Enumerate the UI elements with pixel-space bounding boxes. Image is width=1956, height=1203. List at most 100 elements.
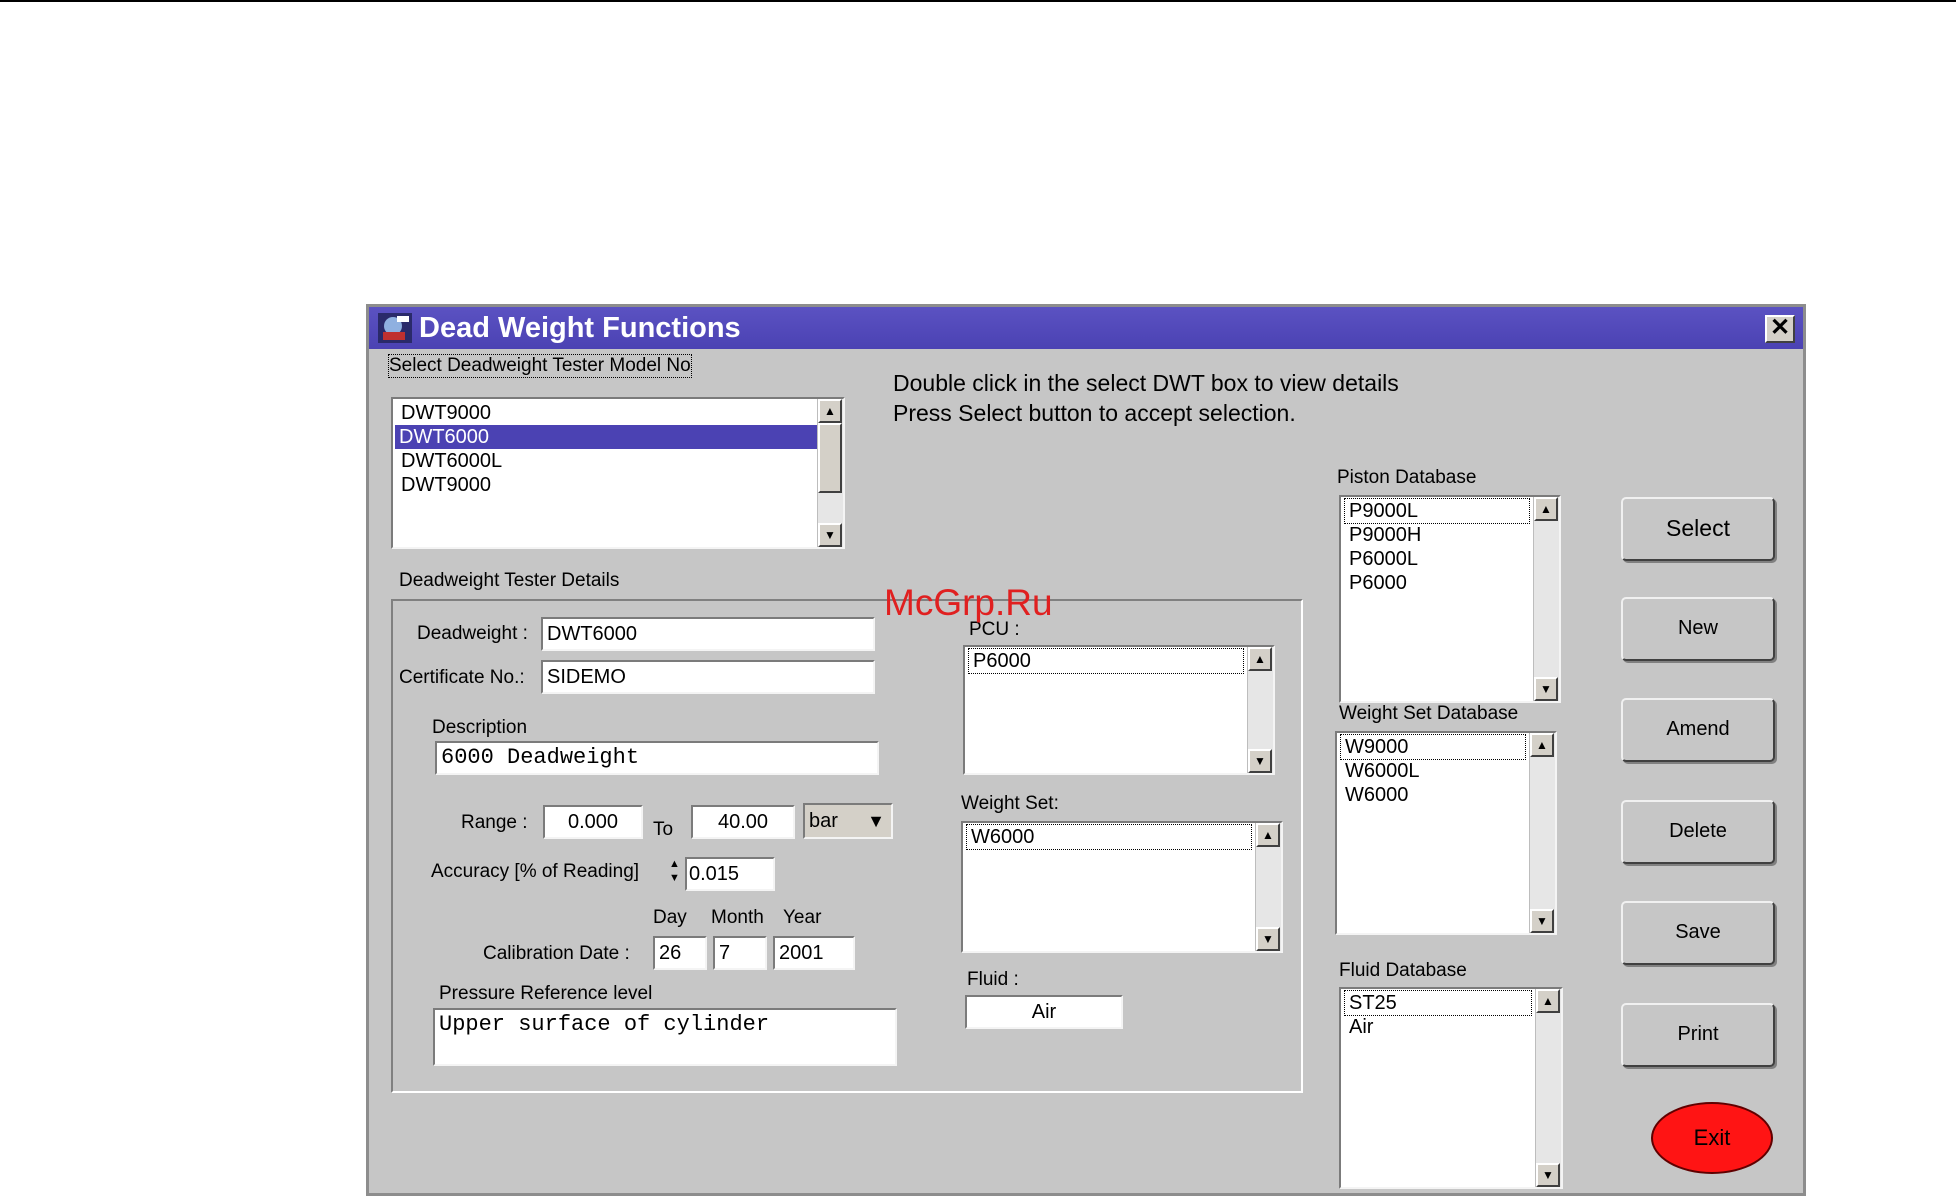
piston-db-item[interactable]: P9000L [1344,498,1530,524]
fluid-db-item[interactable]: Air [1345,1015,1377,1039]
cal-day-value: 26 [659,942,682,964]
model-listbox[interactable]: DWT9000 DWT6000 DWT6000L DWT9000 ▲ ▼ [391,397,845,549]
model-list-item[interactable]: DWT9000 [397,473,495,497]
certificate-field[interactable]: SIDEMO [541,660,875,694]
weight-set-db-item[interactable]: W6000L [1341,759,1424,783]
fluid-label: Fluid : [967,969,1019,990]
piston-db-item[interactable]: P9000H [1345,523,1425,547]
exit-button[interactable]: Exit [1651,1102,1773,1174]
cal-year-value: 2001 [779,942,824,964]
scroll-down-icon[interactable]: ▼ [1248,749,1272,773]
piston-db-scrollbar[interactable]: ▲ ▼ [1533,497,1559,701]
weight-set-db-listbox[interactable]: W9000 W6000L W6000 ▲ ▼ [1335,731,1557,935]
scroll-up-icon[interactable]: ▲ [1536,989,1560,1013]
dead-weight-functions-window: Dead Weight Functions ✕ Select Deadweigh… [366,304,1806,1196]
description-field[interactable]: 6000 Deadweight [435,741,879,775]
select-button[interactable]: Select [1621,497,1775,561]
fluid-field[interactable]: Air [965,995,1123,1029]
weight-set-list-item[interactable]: W6000 [966,824,1252,850]
app-icon [378,313,412,343]
cal-month-field[interactable]: 7 [713,936,767,970]
print-button[interactable]: Print [1621,1003,1775,1067]
scroll-up-icon[interactable]: ▲ [818,399,842,423]
accuracy-value: 0.015 [689,863,740,885]
weight-set-db-item[interactable]: W9000 [1340,734,1526,760]
scroll-up-icon[interactable]: ▲ [1248,647,1272,671]
scroll-down-icon[interactable]: ▼ [1534,677,1558,701]
pressure-ref-field[interactable]: Upper surface of cylinder [433,1008,897,1066]
range-from-field[interactable]: 0.000 [543,805,643,839]
range-label: Range : [461,812,528,833]
watermark: McGrp.Ru [884,582,1053,623]
scroll-down-icon[interactable]: ▼ [1256,927,1280,951]
fluid-db-label: Fluid Database [1339,960,1467,981]
scroll-up-icon[interactable]: ▲ [1534,497,1558,521]
window-title: Dead Weight Functions [419,312,741,344]
cal-day-field[interactable]: 26 [653,936,707,970]
weight-set-db-scrollbar[interactable]: ▲ ▼ [1529,733,1555,933]
cal-month-value: 7 [719,942,731,964]
close-icon: ✕ [1769,314,1791,341]
pcu-list-item[interactable]: P6000 [968,648,1244,674]
model-list-item-selected[interactable]: DWT6000 [395,425,821,449]
piston-db-item[interactable]: P6000L [1345,547,1422,571]
weight-set-listbox[interactable]: W6000 ▲ ▼ [961,821,1283,953]
scroll-down-icon[interactable]: ▼ [1530,909,1554,933]
deadweight-value: DWT6000 [547,623,638,645]
range-to-field[interactable]: 40.00 [691,805,795,839]
details-group-label: Deadweight Tester Details [399,570,620,591]
pcu-listbox[interactable]: P6000 ▲ ▼ [963,645,1275,775]
fluid-db-item[interactable]: ST25 [1344,990,1532,1016]
instruction-line-1: Double click in the select DWT box to vi… [893,370,1399,396]
description-value: 6000 Deadweight [441,745,640,770]
calibration-date-label: Calibration Date : [483,943,630,964]
instruction-line-2: Press Select button to accept selection. [893,400,1296,426]
chevron-down-icon: ▼ [867,811,885,831]
scroll-down-icon[interactable]: ▼ [1536,1163,1560,1187]
page-top-rule [0,0,1956,2]
pressure-ref-value: Upper surface of cylinder [439,1012,770,1037]
piston-db-item[interactable]: P6000 [1345,571,1411,595]
spin-down-icon[interactable]: ▼ [669,871,685,885]
accuracy-spinner[interactable]: ▲ ▼ [669,857,685,891]
model-select-label: Select Deadweight Tester Model No [388,354,692,378]
model-list-item[interactable]: DWT6000L [397,449,506,473]
fluid-db-scrollbar[interactable]: ▲ ▼ [1535,989,1561,1187]
deadweight-label: Deadweight : [417,623,528,644]
unit-select[interactable]: bar ▼ [803,803,893,839]
deadweight-field[interactable]: DWT6000 [541,617,875,651]
pcu-scrollbar[interactable]: ▲ ▼ [1247,647,1273,773]
range-to-label: To [653,819,674,840]
scroll-down-icon[interactable]: ▼ [818,523,842,547]
piston-db-listbox[interactable]: P9000L P9000H P6000L P6000 ▲ ▼ [1339,495,1561,703]
month-label: Month [711,907,764,928]
cal-year-field[interactable]: 2001 [773,936,855,970]
certificate-value: SIDEMO [547,666,626,688]
range-to-value: 40.00 [717,811,769,833]
range-from-value: 0.000 [567,811,619,833]
save-button[interactable]: Save [1621,901,1775,965]
weight-set-db-item[interactable]: W6000 [1341,783,1412,807]
new-button[interactable]: New [1621,597,1775,661]
scroll-thumb[interactable] [818,423,842,493]
weight-set-scrollbar[interactable]: ▲ ▼ [1255,823,1281,951]
model-list-item[interactable]: DWT9000 [397,401,495,425]
day-label: Day [653,907,687,928]
scroll-up-icon[interactable]: ▲ [1530,733,1554,757]
close-button[interactable]: ✕ [1765,315,1795,343]
accuracy-field[interactable]: 0.015 [685,857,775,891]
delete-button[interactable]: Delete [1621,800,1775,864]
spin-up-icon[interactable]: ▲ [669,857,685,871]
piston-db-label: Piston Database [1337,467,1477,488]
fluid-db-listbox[interactable]: ST25 Air ▲ ▼ [1339,987,1563,1189]
model-list-scrollbar[interactable]: ▲ ▼ [817,399,843,547]
year-label: Year [783,907,822,928]
scroll-up-icon[interactable]: ▲ [1256,823,1280,847]
title-bar[interactable]: Dead Weight Functions ✕ [369,307,1803,349]
description-label: Description [432,717,528,738]
amend-button[interactable]: Amend [1621,698,1775,762]
fluid-value: Air [1031,1001,1057,1023]
pressure-ref-label: Pressure Reference level [439,983,653,1004]
certificate-label: Certificate No.: [399,667,525,688]
weight-set-label: Weight Set: [961,793,1059,814]
